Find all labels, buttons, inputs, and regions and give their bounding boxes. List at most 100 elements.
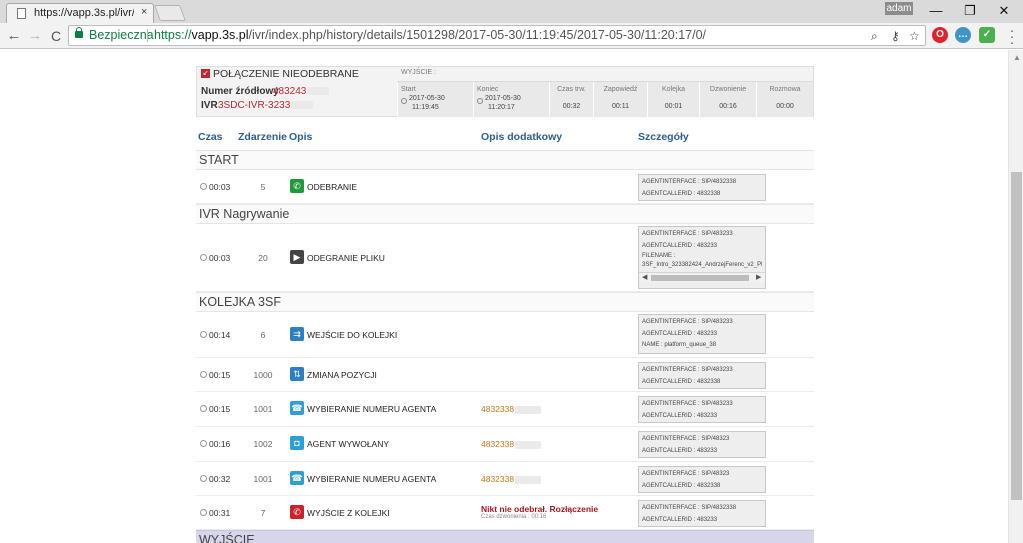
- col-time[interactable]: Czas: [198, 131, 223, 143]
- event-code: 6: [260, 330, 266, 340]
- address-bar[interactable]: Bezpieczna https://vapp.3s.pl/ivr/index.…: [68, 25, 926, 46]
- event-row: 00:32 1001 ☎ Wybieranie numeru agenta 48…: [196, 462, 814, 496]
- event-code: 7: [260, 508, 266, 518]
- col-event[interactable]: Zdarzenie: [238, 131, 287, 143]
- event-description: Odegranie pliku: [307, 253, 385, 263]
- clock-icon: [200, 475, 207, 482]
- clock-icon: [200, 254, 207, 261]
- event-code: 20: [258, 253, 268, 263]
- browser-menu-icon[interactable]: · · ·: [1008, 23, 1016, 49]
- col-description[interactable]: Opis: [289, 131, 312, 143]
- redaction: [515, 440, 542, 449]
- details-hscroll[interactable]: ◀ ▶: [639, 272, 765, 282]
- browser-tab[interactable]: https://vapp.3s.pl/ivr/ind ×: [6, 3, 154, 23]
- event-row: 00:16 1002 ◘ Agent wywołany 4832338 AGEN…: [196, 427, 814, 462]
- source-number-text: 483243: [273, 86, 307, 97]
- address-separator: [147, 29, 148, 42]
- event-details[interactable]: AGENTINTERFACE : SIP/48323 AGENTCALLERID…: [638, 466, 766, 493]
- new-tab-button[interactable]: [154, 5, 186, 21]
- metric-label: Dzwonienie: [709, 86, 747, 93]
- redaction: [291, 101, 314, 110]
- clock-icon: [200, 331, 207, 338]
- event-row: 00:15 1000 ⇅ Zmiana pozycji AGENTINTERFA…: [196, 358, 814, 392]
- lock-icon: [75, 27, 83, 38]
- opera-extension-icon[interactable]: O: [932, 27, 948, 43]
- user-badge[interactable]: adam: [885, 2, 913, 15]
- metric-talk: Rozmowa 00:00: [756, 82, 813, 118]
- event-description: Wybieranie numeru agenta: [307, 474, 437, 484]
- detail-line: AGENTCALLERID : 4832338: [642, 378, 721, 385]
- bookmark-star-icon[interactable]: ☆: [909, 27, 920, 46]
- url-text[interactable]: https://vapp.3s.pl/ivr/index.php/history…: [154, 26, 706, 45]
- source-label: Numer źródłowy: [201, 86, 279, 97]
- close-window-button[interactable]: ✕: [989, 2, 1019, 20]
- end-label: Koniec: [477, 86, 499, 93]
- event-time: 00:16: [209, 439, 231, 449]
- scroll-right-icon[interactable]: ▶: [756, 273, 761, 282]
- metric-queue: Kolejka 00:01: [647, 82, 699, 118]
- ivr-name: 3SDC-IVR-3233: [218, 100, 314, 111]
- event-details[interactable]: AGENTINTERFACE : SIP/4832338 AGENTCALLER…: [638, 500, 766, 527]
- start-clock: 11:19:45: [412, 104, 439, 111]
- metric-ringing: Dzwonienie 00:16: [699, 82, 756, 118]
- scrollbar-thumb[interactable]: [1011, 172, 1022, 500]
- chat-extension-icon[interactable]: …: [955, 27, 971, 43]
- ivr-name-text: 3SDC-IVR-3233: [218, 100, 291, 111]
- clock-icon: [200, 371, 207, 378]
- page-scrollbar[interactable]: ▲: [1008, 50, 1023, 543]
- event-details[interactable]: AGENTINTERFACE : SIP/48323 AGENTCALLERID…: [638, 431, 766, 458]
- metric-value: 00:11: [612, 103, 629, 110]
- metric-value: 00:01: [664, 103, 683, 110]
- extra-number-text: 4832338: [481, 404, 515, 414]
- hscroll-thumb[interactable]: [651, 275, 749, 281]
- event-details[interactable]: AGENTINTERFACE : SIP/483233 AGENTCALLERI…: [638, 226, 766, 289]
- zoom-icon[interactable]: ⌕: [871, 27, 878, 46]
- exit-label: WYJŚCIE :: [401, 69, 437, 76]
- detail-line: AGENTCALLERID : 483233: [642, 516, 718, 523]
- maximize-button[interactable]: ❐: [955, 2, 985, 20]
- event-code: 1001: [253, 404, 273, 414]
- section-queue: KOLEJKA 3SF: [196, 292, 814, 312]
- scroll-left-icon[interactable]: ◀: [642, 273, 647, 282]
- detail-line: AGENTINTERFACE : SIP/483233: [642, 401, 733, 407]
- key-icon[interactable]: ⚷: [891, 27, 900, 46]
- col-extra[interactable]: Opis dodatkowy: [481, 131, 562, 143]
- url-host: vapp.3s.pl: [191, 28, 249, 42]
- event-details[interactable]: AGENTINTERFACE : SIP/483233 AGENTCALLERI…: [638, 314, 766, 354]
- event-time: 00:14: [209, 330, 231, 340]
- call-timing: Start 2017-05-30 11:19:45 Koniec 2017-05-…: [397, 81, 813, 118]
- event-description: Odebranie: [307, 182, 358, 192]
- event-time: 00:32: [209, 474, 231, 484]
- event-details[interactable]: AGENTINTERFACE : SIP/483233 AGENTCALLERI…: [638, 362, 766, 389]
- call-summary: ↙ Połączenie nieodebrane Numer źródłowy …: [196, 66, 814, 118]
- scroll-up-icon[interactable]: ▲: [1013, 53, 1021, 62]
- event-details[interactable]: AGENTINTERFACE : SIP/483233 AGENTCALLERI…: [638, 396, 766, 423]
- url-path: /ivr/index.php/history/details/1501298/2…: [248, 28, 707, 42]
- detail-line: AGENTCALLERID : 4832338: [642, 190, 721, 197]
- event-description: Agent wywołany: [307, 439, 390, 449]
- event-code: 1002: [253, 439, 273, 449]
- play-file-icon: ▶: [290, 250, 304, 264]
- detail-line: AGENTCALLERID : 483233: [642, 242, 718, 249]
- forward-button[interactable]: →: [25, 26, 45, 46]
- exit-reason: Nikt nie odebrał. Rozłączenie: [481, 504, 599, 514]
- section-start: START: [196, 150, 814, 170]
- tab-close-icon[interactable]: ×: [141, 6, 147, 18]
- back-button[interactable]: ←: [4, 26, 24, 46]
- call-details: ↙ Połączenie nieodebrane Numer źródłowy …: [196, 66, 814, 543]
- detail-line: 3SF_Intro_323382424_AndrzejFerenc_v2_Pl: [642, 262, 762, 268]
- dial-agent-icon: ☎: [290, 471, 304, 485]
- col-details[interactable]: Szczegóły: [638, 131, 689, 143]
- reload-button[interactable]: C: [46, 26, 66, 46]
- metric-value: 00:32: [562, 103, 581, 110]
- event-description: Wyjście z kolejki: [307, 508, 390, 518]
- clock-icon: [200, 183, 207, 190]
- clock-icon: [200, 440, 207, 447]
- detail-line: NAME : platform_queue_38: [642, 342, 717, 348]
- event-description: Wejście do kolejki: [307, 330, 398, 340]
- green-extension-icon[interactable]: ✓: [979, 27, 995, 43]
- event-row: 00:03 5 ✆ Odebranie AGENTINTERFACE : SIP…: [196, 170, 814, 204]
- event-details[interactable]: AGENTINTERFACE : SIP/4832338 AGENTCALLER…: [638, 174, 766, 201]
- minimize-button[interactable]: —: [921, 2, 951, 20]
- redaction: [515, 475, 542, 484]
